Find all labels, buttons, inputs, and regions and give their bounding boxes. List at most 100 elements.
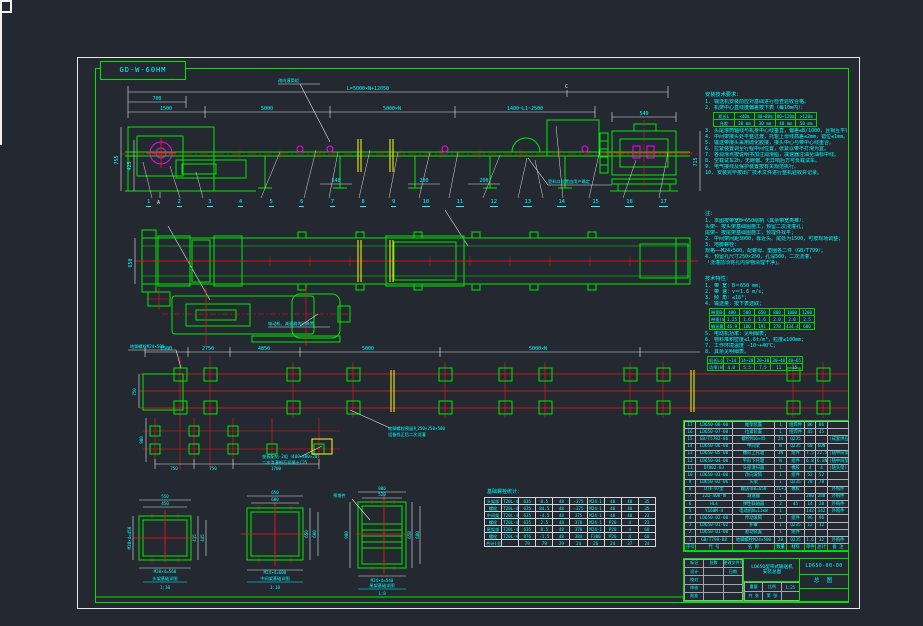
cell: 24 (638, 540, 655, 547)
cell: 日期 (723, 568, 742, 576)
cell: 3N (775, 450, 787, 457)
cell: 17 (659, 199, 668, 207)
cell: 12 (685, 457, 696, 464)
cell: 1 (775, 515, 787, 522)
cell: 60N (816, 443, 828, 450)
cell (704, 584, 723, 592)
cell: M24-1 (587, 505, 604, 512)
cell: 16 (625, 199, 634, 207)
cell: 40~80m (755, 113, 776, 120)
cell: 橡胶 (787, 486, 805, 493)
cell: 45 (805, 429, 816, 436)
cell: T20L-4 (502, 526, 519, 533)
bolt-table-caption: 基础螺栓统计： (487, 488, 522, 495)
drawing-type: 总 图 (800, 575, 848, 589)
cell: 4.0 (723, 364, 739, 371)
cell (704, 568, 723, 576)
tech-spec-pre: 1. 带 宽：B＝650 mm；2. 带 速：v＝1.6 m/s；3. 倾 角：… (705, 283, 847, 307)
cell (805, 529, 816, 536)
cell: 79 (536, 540, 553, 547)
cell (828, 443, 849, 450)
cell: 29 (553, 540, 570, 547)
cell: 组件 (787, 457, 805, 464)
cell: N (775, 443, 787, 450)
cell: 6.8 (805, 457, 816, 464)
cell: 500 (740, 309, 755, 316)
cell: 组焊件 (787, 429, 805, 436)
cell: 1 (775, 508, 787, 515)
remark-notes: 注： 1. 本图按带宽B=650绘制（其余带宽类推）： 头架— 按头架基础图施工… (705, 211, 847, 266)
cell: 6 (685, 501, 696, 508)
cell: 370 (570, 526, 587, 533)
cell: 12 (490, 199, 499, 207)
cell: 地脚螺栓M24×500 (733, 537, 775, 544)
install-notes-pre: 1. 输送机安装前应对基础进行检查验收合格。2. 机架中心直线度偏差按下表（每1… (705, 99, 847, 111)
cell: 1000 (785, 309, 800, 316)
cell: 输送带B=650 (733, 486, 775, 493)
cell: 48 (553, 533, 570, 540)
cell: 60 (638, 526, 655, 533)
cell: P20 (604, 519, 621, 526)
cell: 60 (805, 443, 816, 450)
cell: 组件 (787, 472, 805, 479)
cell (723, 576, 742, 584)
cell: 28 (816, 501, 828, 508)
cell: 7.5 (755, 364, 771, 371)
cell: 「浇灌前须将孔内杂物清理干净」。 (705, 260, 847, 266)
cell: 400 (725, 309, 740, 316)
cell (805, 486, 816, 493)
cell: 更改文件号 (723, 560, 742, 568)
cell: 635 (519, 505, 536, 512)
cell: 48 (553, 498, 570, 505)
cell: 减速器 (733, 493, 775, 500)
cell: Q235 (787, 522, 805, 529)
cell: 外购件 (828, 537, 849, 544)
cell: 15 (685, 436, 696, 443)
cell: 650 (755, 309, 770, 316)
cell: 6.8N (816, 457, 828, 464)
cell: 功率(kW) (708, 364, 724, 371)
cell: 4 (816, 465, 828, 472)
cell: LD650-05-00 (696, 450, 733, 457)
cell: 拉紧装置 (733, 429, 775, 436)
bom-table: 17LD650-08-00尾架装置1组焊件8686 16LD650-07-00拉… (683, 420, 849, 552)
cell: M24-1 (587, 512, 604, 519)
cell: P20 (604, 533, 621, 540)
cell: M24-1 (587, 526, 604, 533)
cell: 外购件 (828, 508, 849, 515)
cell: GB/T799-88 (696, 537, 733, 544)
cell: 2.5 (536, 519, 553, 526)
cell: 384 (570, 533, 587, 540)
cell: 2. 机架中心直线度偏差按下表（每10m内）： (705, 105, 847, 111)
cell: LD650-08-00 (696, 422, 733, 429)
cell: 3 (207, 199, 212, 207)
cell: 8. 其余见明细表。 (705, 349, 847, 355)
cell: 20 mm (734, 120, 755, 127)
cell: 中间架 (485, 512, 502, 519)
cell: 橡胶 (787, 465, 805, 472)
cell: 1 (775, 529, 787, 536)
item-balloons: 1234567891011121314151617 (146, 199, 668, 207)
cell: <40m (734, 113, 755, 120)
cell (805, 436, 816, 443)
cell: 2L+15 (775, 486, 787, 493)
cell: 1 (775, 479, 787, 486)
cell: 名 称 (733, 544, 775, 551)
cell: M24-1 (587, 519, 604, 526)
cell: 79 (519, 540, 536, 547)
cell: 15 (591, 199, 600, 207)
cell: LD650-01-00 (696, 529, 733, 536)
cell: 外购件 (828, 486, 849, 493)
cell: 2.0 (785, 316, 800, 323)
title-block-signatures: 标记处数更改文件号 设计日期 校对 审核 批准 (684, 559, 743, 601)
cell: 142 (816, 508, 828, 515)
tech-spec-title: 技术特性： (705, 276, 847, 282)
capacity-table: 带宽B(mm)40050065080010001200 带速(m/s)1.251… (709, 308, 815, 330)
cell: 7 (685, 493, 696, 500)
cell: Q235 (787, 443, 805, 450)
cell: 45 (787, 501, 805, 508)
cell: 142 (805, 508, 816, 515)
cell (828, 515, 849, 522)
cell: 10 (422, 199, 431, 207)
cell: 26 (587, 540, 604, 547)
